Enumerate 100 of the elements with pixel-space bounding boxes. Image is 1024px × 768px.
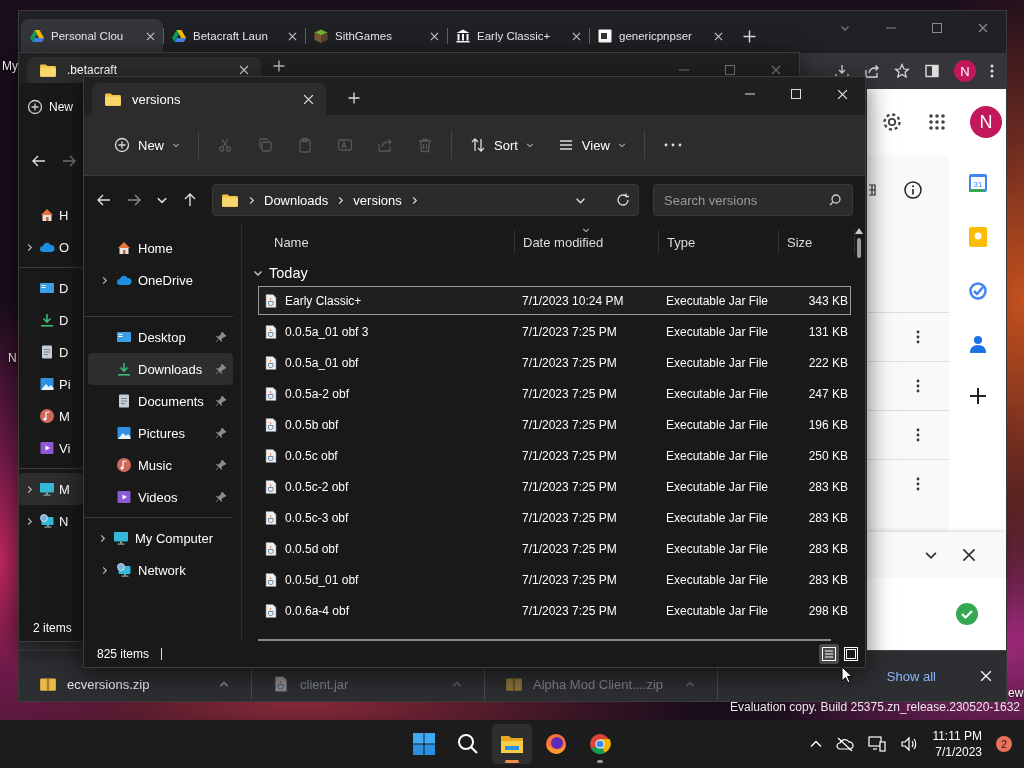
file-row[interactable]: 0.0.5c obf 7/1/2023 7:25 PM Executable Jar File 250 KB [258, 441, 851, 470]
back-arrow-icon [96, 192, 112, 208]
file-row[interactable]: 0.0.5a-2 obf 7/1/2023 7:25 PM Executable Jar File 247 KB [258, 379, 851, 408]
close-icon [962, 548, 976, 562]
file-row[interactable]: 0.0.5c-2 obf 7/1/2023 7:25 PM Executable Jar File 283 KB [258, 472, 851, 501]
file-name: 0.0.5c-3 obf [285, 510, 349, 525]
sidebar-item[interactable]: Pi [19, 368, 83, 400]
details-view-button[interactable] [819, 644, 839, 664]
tiles-view-button[interactable] [841, 644, 861, 664]
file-name: 0.0.5d_01 obf [285, 572, 359, 587]
new-button[interactable]: New [106, 129, 188, 161]
file-row[interactable]: 0.0.5a_01 obf 3 7/1/2023 7:25 PM Executable Jar File 131 KB [258, 317, 851, 346]
group-header[interactable]: Today [250, 260, 851, 286]
size-cell-text: 247 KB [807, 386, 848, 401]
file-name: 0.0.5a_01 obf 3 [285, 324, 369, 339]
column-header[interactable]: Date modified [523, 234, 604, 250]
sidebar-item[interactable]: Documents [88, 385, 233, 417]
type-cell-text: Executable Jar File [665, 448, 770, 463]
sidebar-item[interactable]: OneDrive [88, 264, 233, 296]
desktop-icon-label[interactable]: N [8, 351, 17, 365]
browser-tab[interactable]: Personal Clou [21, 19, 163, 53]
monitor-icon [39, 280, 55, 296]
zip-folder-icon [39, 675, 57, 693]
chevron-down-icon [617, 141, 626, 149]
browser-tab[interactable]: Betacraft Laun [163, 19, 305, 53]
sidebar-item[interactable]: M [19, 473, 83, 505]
file-row[interactable]: Early Classic+ 7/1/2023 10:24 PM Executable Jar File 343 KB [258, 286, 851, 315]
sidebar-item[interactable]: My Computer [88, 522, 233, 554]
browser-tab[interactable]: SithGames [305, 19, 447, 53]
date-cell-text: 7/1/2023 7:25 PM [521, 541, 618, 556]
info-icon [904, 181, 922, 199]
desktop-icon-label[interactable]: My [2, 59, 18, 73]
file-row[interactable]: 0.0.6a-4 obf 7/1/2023 7:25 PM Executable Jar File 298 KB [258, 596, 851, 625]
jar-file-icon [263, 571, 279, 588]
sidebar-item[interactable]: M [19, 400, 83, 432]
plus-icon [273, 60, 285, 72]
sidebar-item[interactable]: Videos [88, 481, 233, 513]
type-cell-text: Executable Jar File [665, 603, 770, 618]
address-bar[interactable]: Downloads versions [212, 184, 639, 216]
pin-icon [215, 459, 227, 471]
explorer-tab[interactable]: versions [92, 83, 326, 115]
file-row[interactable]: 0.0.5b obf 7/1/2023 7:25 PM Executable Jar File 196 KB [258, 410, 851, 439]
show-all-link[interactable]: Show all [880, 667, 942, 685]
view-button[interactable]: View [549, 129, 634, 161]
size-cell-text: 283 KB [807, 541, 848, 556]
profile-avatar[interactable]: N [954, 60, 976, 82]
file-row[interactable]: 0.0.5d obf 7/1/2023 7:25 PM Executable Jar File 283 KB [258, 534, 851, 563]
settings-icon [881, 111, 903, 133]
forward-arrow-icon [61, 153, 77, 169]
sidebar-item[interactable]: Music [88, 449, 233, 481]
computer-icon [39, 481, 55, 497]
sidebar-item[interactable]: Desktop [88, 321, 233, 353]
size-cell-text: 131 KB [807, 324, 848, 339]
date-cell-text: 7/1/2023 7:25 PM [521, 324, 618, 339]
sidebar-item[interactable]: Home [88, 232, 233, 264]
firefox-icon [545, 733, 567, 755]
sidebar-item[interactable]: Network [88, 554, 233, 586]
folder-icon [104, 90, 122, 108]
column-header[interactable]: Type [667, 234, 696, 250]
sort-button[interactable]: Sort [462, 129, 542, 161]
sidebar-item[interactable]: D [19, 304, 83, 336]
pin-icon [215, 363, 227, 375]
sidebar-item[interactable]: Pictures [88, 417, 233, 449]
kebab-menu-icon [990, 63, 994, 79]
date-cell-text: 7/1/2023 7:25 PM [521, 572, 618, 587]
desktop-icon-label[interactable]: ew [1008, 686, 1024, 700]
folder-icon [221, 191, 239, 209]
grid-icon [869, 184, 877, 196]
sidebar-item[interactable]: Vi [19, 432, 83, 464]
calendar-icon[interactable]: 31 [967, 173, 988, 193]
size-cell-text: 222 KB [807, 355, 848, 370]
column-header[interactable]: Size [787, 234, 813, 250]
breadcrumb[interactable]: versions [353, 192, 402, 208]
clock[interactable]: 11:11 PM 7/1/2023 [932, 728, 982, 760]
file-row[interactable]: 0.0.5a_01 obf 7/1/2023 7:25 PM Executable Jar File 222 KB [258, 348, 851, 377]
jar-file-icon [263, 416, 279, 433]
profile-avatar[interactable]: N [970, 106, 1002, 138]
picture-icon [39, 376, 55, 392]
new-button[interactable]: New [23, 91, 77, 123]
music-note-icon [116, 457, 132, 473]
column-header[interactable]: Name [258, 234, 309, 250]
sidebar-item[interactable]: O [19, 231, 83, 263]
search-field[interactable]: Search versions [653, 184, 853, 216]
sidebar-item[interactable]: N [19, 505, 83, 537]
sidebar-item[interactable]: D [19, 336, 83, 368]
sidebar-item[interactable]: H [19, 199, 83, 231]
sidebar-item[interactable]: D [19, 272, 83, 304]
taskbar-button[interactable] [492, 724, 532, 764]
chevron-down-icon [172, 141, 180, 149]
browser-tab[interactable]: Early Classic+ [447, 19, 589, 53]
breadcrumb[interactable]: Downloads [264, 192, 329, 208]
chevron-right-icon [336, 195, 346, 205]
sidebar-item[interactable]: Downloads [88, 353, 233, 385]
chrome-icon [589, 733, 611, 755]
caret-up-icon [219, 679, 229, 689]
download-arrow-icon [116, 361, 132, 377]
notification-badge[interactable]: 2 [996, 736, 1012, 752]
file-row[interactable]: 0.0.5d_01 obf 7/1/2023 7:25 PM Executable Jar File 283 KB [258, 565, 851, 594]
file-row[interactable]: 0.0.5c-3 obf 7/1/2023 7:25 PM Executable Jar File 283 KB [258, 503, 851, 532]
close-icon [836, 88, 848, 100]
